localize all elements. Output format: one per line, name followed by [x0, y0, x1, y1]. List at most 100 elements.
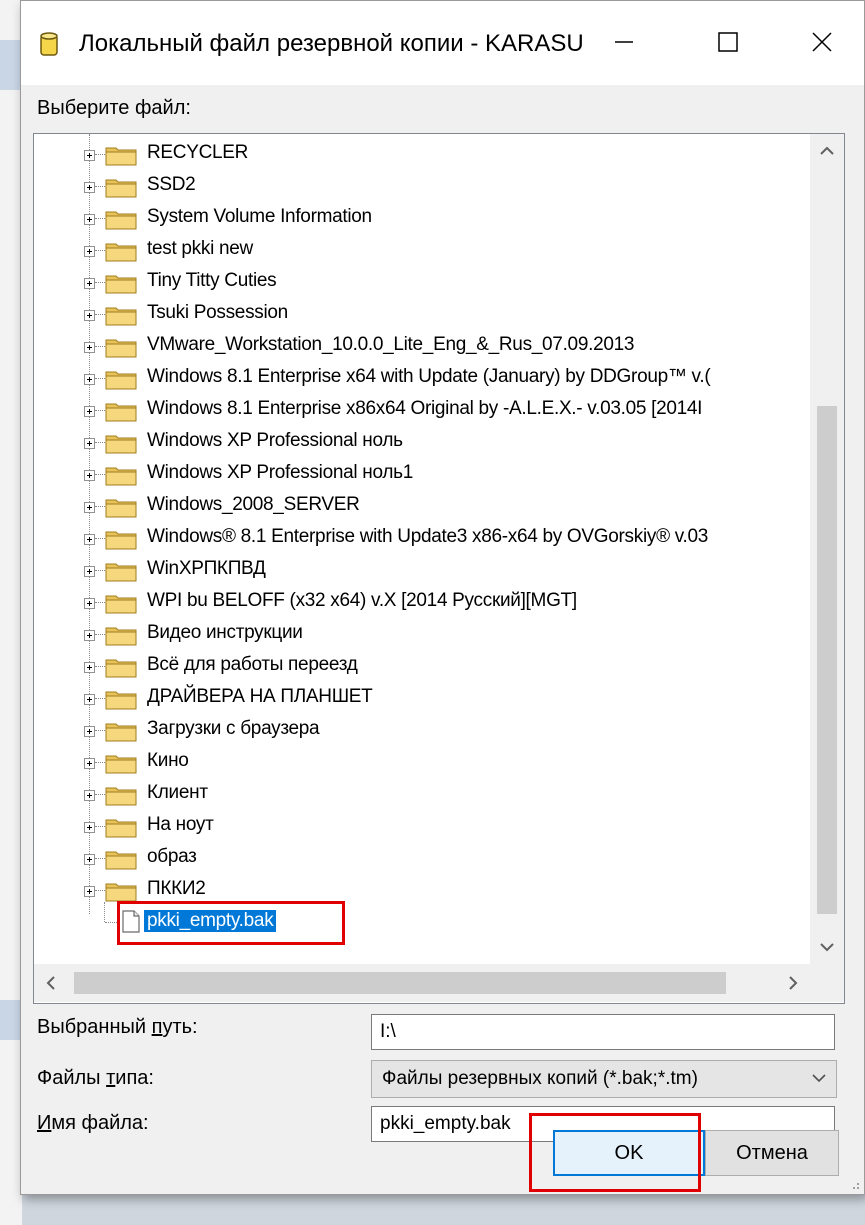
- expand-icon[interactable]: [84, 662, 95, 673]
- folder-name: Windows 8.1 Enterprise x86x64 Original b…: [147, 398, 703, 419]
- selected-path-label: Выбранный путь:: [37, 1016, 198, 1038]
- background-app: [0, 0, 22, 1225]
- folder-icon: [105, 179, 137, 198]
- folder-icon: [105, 851, 137, 870]
- tree-folder-item[interactable]: Windows XP Professional ноль: [34, 426, 809, 458]
- tree-folder-item[interactable]: RECYCLER: [34, 138, 809, 170]
- tree-folder-item[interactable]: Windows_2008_SERVER: [34, 490, 809, 522]
- close-button[interactable]: [791, 19, 853, 65]
- expand-icon[interactable]: [84, 630, 95, 641]
- folder-name: WPI bu BELOFF (x32 x64) v.X [2014 Русски…: [147, 590, 577, 611]
- tree-folder-item[interactable]: WPI bu BELOFF (x32 x64) v.X [2014 Русски…: [34, 586, 809, 618]
- folder-icon: [105, 627, 137, 646]
- tree-folder-item[interactable]: Tsuki Possession: [34, 298, 809, 330]
- folder-icon: [105, 787, 137, 806]
- window-title: Локальный файл резервной копии - KARASU: [79, 30, 584, 57]
- folder-icon: [105, 435, 137, 454]
- chevron-down-icon: [812, 1074, 826, 1083]
- name-label-accelerator: И: [37, 1112, 52, 1134]
- folder-name: Windows_2008_SERVER: [147, 494, 360, 515]
- folder-icon: [105, 819, 137, 838]
- background-strip: [0, 40, 22, 90]
- folder-icon: [105, 211, 137, 230]
- tree-folder-item[interactable]: образ: [34, 842, 809, 874]
- vertical-scroll-thumb[interactable]: [817, 406, 837, 914]
- cancel-button[interactable]: Отмена: [705, 1130, 839, 1176]
- folder-name: Загрузки с браузера: [147, 718, 320, 739]
- tree-folder-item[interactable]: Клиент: [34, 778, 809, 810]
- expand-icon[interactable]: [84, 566, 95, 577]
- title-bar: Локальный файл резервной копии - KARASU: [21, 1, 864, 85]
- expand-icon[interactable]: [84, 438, 95, 449]
- tree-folder-item[interactable]: Windows 8.1 Enterprise x86x64 Original b…: [34, 394, 809, 426]
- tree-folder-item[interactable]: Windows 8.1 Enterprise x64 with Update (…: [34, 362, 809, 394]
- horizontal-scroll-thumb[interactable]: [74, 972, 726, 994]
- folder-name: test pkki new: [147, 238, 253, 259]
- chevron-up-icon: [820, 146, 834, 155]
- database-icon: [40, 32, 58, 56]
- expand-icon[interactable]: [84, 598, 95, 609]
- expand-icon[interactable]: [84, 854, 95, 865]
- folder-name: На ноут: [147, 814, 214, 835]
- folder-icon: [105, 723, 137, 742]
- tree-folder-item[interactable]: SSD2: [34, 170, 809, 202]
- tree-folder-item[interactable]: Всё для работы переезд: [34, 650, 809, 682]
- folder-name: VMware_Workstation_10.0.0_Lite_Eng_&_Rus…: [147, 334, 635, 355]
- vertical-scrollbar[interactable]: [810, 134, 844, 964]
- folder-name: Кино: [147, 750, 189, 771]
- folder-icon: [105, 275, 137, 294]
- tree-folder-item[interactable]: На ноут: [34, 810, 809, 842]
- expand-icon[interactable]: [84, 790, 95, 801]
- expand-icon[interactable]: [84, 310, 95, 321]
- tree-folder-item[interactable]: ДРАЙВЕРА НА ПЛАНШЕТ: [34, 682, 809, 714]
- horizontal-scrollbar[interactable]: [34, 964, 810, 1002]
- folder-icon: [105, 499, 137, 518]
- tree-folder-item[interactable]: test pkki new: [34, 234, 809, 266]
- expand-icon[interactable]: [84, 470, 95, 481]
- expand-icon[interactable]: [84, 278, 95, 289]
- file-type-select[interactable]: Файлы резервных копий (*.bak;*.tm): [371, 1060, 837, 1098]
- tree-folder-item[interactable]: WinXPПКПВД: [34, 554, 809, 586]
- expand-icon[interactable]: [84, 534, 95, 545]
- file-tree-viewport[interactable]: RECYCLER SSD2 System Volume Information tes…: [34, 134, 809, 964]
- expand-icon[interactable]: [84, 726, 95, 737]
- scroll-down-button[interactable]: [810, 930, 844, 964]
- tree-folder-item[interactable]: Кино: [34, 746, 809, 778]
- tree-folder-item[interactable]: System Volume Information: [34, 202, 809, 234]
- expand-icon[interactable]: [84, 758, 95, 769]
- selected-path-input[interactable]: I:\: [371, 1014, 835, 1050]
- folder-icon: [105, 147, 137, 166]
- folder-icon: [105, 883, 137, 902]
- scroll-right-button[interactable]: [776, 966, 810, 1000]
- scroll-left-button[interactable]: [34, 966, 68, 1000]
- expand-icon[interactable]: [84, 374, 95, 385]
- chevron-right-icon: [789, 976, 798, 990]
- expand-icon[interactable]: [84, 502, 95, 513]
- maximize-button[interactable]: [697, 19, 759, 65]
- file-name-label: Имя файла:: [37, 1112, 149, 1134]
- tree-folder-item[interactable]: Tiny Titty Cuties: [34, 266, 809, 298]
- tree-folder-item[interactable]: VMware_Workstation_10.0.0_Lite_Eng_&_Rus…: [34, 330, 809, 362]
- tree-folder-item[interactable]: Загрузки с браузера: [34, 714, 809, 746]
- expand-icon[interactable]: [84, 694, 95, 705]
- expand-icon[interactable]: [84, 214, 95, 225]
- tree-folder-item[interactable]: Windows® 8.1 Enterprise with Update3 x86…: [34, 522, 809, 554]
- expand-icon[interactable]: [84, 182, 95, 193]
- expand-icon[interactable]: [84, 822, 95, 833]
- folder-name: Windows 8.1 Enterprise x64 with Update (…: [147, 366, 711, 387]
- expand-icon[interactable]: [84, 150, 95, 161]
- scrollbar-corner: [810, 964, 844, 1002]
- minimize-button[interactable]: [593, 19, 655, 65]
- resize-grip-icon[interactable]: [848, 1178, 860, 1190]
- folder-icon: [105, 691, 137, 710]
- tree-folder-item[interactable]: Windows XP Professional ноль1: [34, 458, 809, 490]
- minimize-icon: [615, 41, 633, 43]
- expand-icon[interactable]: [84, 246, 95, 257]
- expand-icon[interactable]: [84, 886, 95, 897]
- expand-icon[interactable]: [84, 406, 95, 417]
- scroll-up-button[interactable]: [810, 134, 844, 168]
- tree-folder-item[interactable]: Видео инструкции: [34, 618, 809, 650]
- folder-name: ДРАЙВЕРА НА ПЛАНШЕТ: [147, 686, 373, 707]
- expand-icon[interactable]: [84, 342, 95, 353]
- file-tree[interactable]: RECYCLER SSD2 System Volume Information tes…: [33, 133, 845, 1004]
